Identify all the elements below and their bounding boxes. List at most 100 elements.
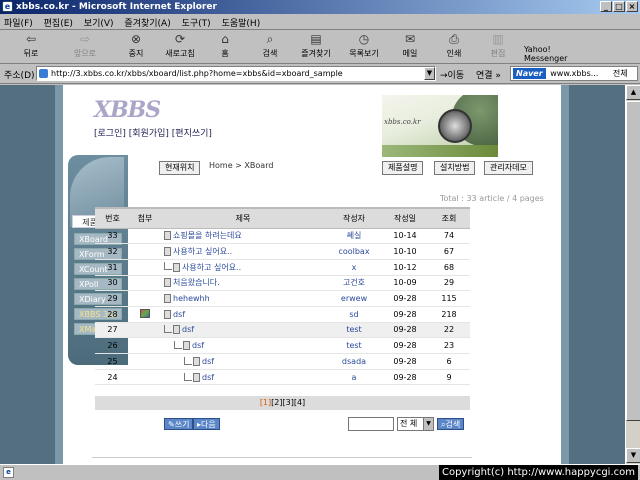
row-author[interactable]: 고건호 bbox=[326, 275, 382, 292]
total-count: Total : 33 article / 4 pages bbox=[440, 194, 544, 203]
row-author[interactable]: test bbox=[326, 337, 382, 354]
menu-file[interactable]: 파일(F) bbox=[0, 14, 37, 31]
row-hits: 115 bbox=[428, 290, 470, 307]
join-link[interactable]: [회원가입] bbox=[129, 129, 169, 139]
row-hits: 22 bbox=[428, 322, 470, 339]
product-info-button[interactable]: 제품설명 bbox=[382, 161, 424, 175]
row-subject[interactable]: 사용하고 싶어요.. bbox=[160, 243, 326, 260]
compass-graphic bbox=[438, 109, 472, 143]
messenger-button[interactable]: Yahoo! Messenger bbox=[524, 33, 584, 63]
naver-all-button[interactable]: 전체 bbox=[613, 69, 628, 78]
row-subject[interactable]: dsf bbox=[160, 306, 326, 323]
close-button[interactable]: × bbox=[626, 1, 638, 12]
row-author[interactable]: dsada bbox=[326, 353, 382, 370]
breadcrumb-board[interactable]: XBoard bbox=[244, 161, 273, 170]
table-row[interactable]: 31 사용하고 싶어요.. x 10-12 68 bbox=[95, 259, 470, 276]
reply-indent-icon bbox=[164, 261, 172, 270]
next-button[interactable]: ▸다음 bbox=[193, 418, 220, 430]
search-scope-select[interactable]: 전 체 ▼ bbox=[397, 417, 434, 431]
address-dropdown-button[interactable]: ▼ bbox=[424, 67, 435, 80]
table-row[interactable]: 24 dsf a 09-28 9 bbox=[95, 369, 470, 386]
table-row[interactable]: 28 dsf sd 09-28 218 bbox=[95, 306, 470, 323]
forward-button[interactable]: ⇨ 앞으로 bbox=[66, 33, 104, 63]
history-button[interactable]: ◷ 목록보기 bbox=[344, 33, 384, 63]
row-no: 26 bbox=[95, 337, 130, 354]
page-current[interactable]: [1] bbox=[260, 398, 271, 407]
scroll-up-button[interactable]: ▲ bbox=[626, 85, 640, 100]
row-author[interactable]: sd bbox=[326, 306, 382, 323]
table-row[interactable]: 26 dsf test 09-28 23 bbox=[95, 337, 470, 354]
row-subject[interactable]: 쇼핑몰을 하려는데요 bbox=[160, 228, 326, 245]
forward-arrow-icon: ⇨ bbox=[79, 32, 91, 46]
write-button[interactable]: ✎쓰기 bbox=[164, 418, 194, 430]
naver-toolbar[interactable]: Naver www.xbbs... 전체 bbox=[510, 66, 638, 81]
row-attach bbox=[130, 322, 160, 339]
menu-view[interactable]: 보기(V) bbox=[80, 14, 118, 31]
page-icon bbox=[39, 69, 48, 78]
attachment-image-icon[interactable] bbox=[140, 308, 150, 318]
edit-button[interactable]: ▥ 편집 bbox=[486, 33, 510, 63]
print-button[interactable]: ⎙ 인쇄 bbox=[442, 33, 466, 63]
history-icon: ◷ bbox=[358, 32, 370, 46]
login-link[interactable]: [로그인] bbox=[94, 129, 126, 139]
table-row[interactable]: 25 dsf dsada 09-28 6 bbox=[95, 353, 470, 370]
col-subject: 제목 bbox=[160, 207, 326, 229]
menu-edit[interactable]: 편집(E) bbox=[40, 14, 77, 31]
row-subject[interactable]: 사용하고 싶어요.. bbox=[160, 259, 326, 276]
menu-tools[interactable]: 도구(T) bbox=[178, 14, 215, 31]
maximize-button[interactable]: □ bbox=[613, 1, 625, 12]
row-author[interactable]: a bbox=[326, 369, 382, 386]
row-no: 33 bbox=[95, 228, 130, 245]
row-subject[interactable]: dsf bbox=[160, 337, 326, 354]
write-mail-link[interactable]: [편지쓰기] bbox=[172, 129, 212, 139]
row-author[interactable]: x bbox=[326, 259, 382, 276]
edit-icon: ▥ bbox=[492, 32, 504, 46]
refresh-button[interactable]: ⟳ 새로고침 bbox=[160, 33, 200, 63]
site-logo[interactable]: XBBS bbox=[94, 97, 161, 123]
search-button[interactable]: ⌕ 검색 bbox=[258, 33, 282, 63]
page-2[interactable]: [2] bbox=[271, 398, 282, 407]
breadcrumb-home[interactable]: Home bbox=[209, 161, 233, 170]
admin-demo-button[interactable]: 관리자데모 bbox=[484, 161, 533, 175]
row-author[interactable]: erwew bbox=[326, 290, 382, 307]
home-button[interactable]: ⌂ 홈 bbox=[214, 33, 236, 63]
ie-icon: e bbox=[2, 1, 13, 12]
table-row[interactable]: 32 사용하고 싶어요.. coolbax 10-10 67 bbox=[95, 243, 470, 260]
window-titlebar[interactable]: e xbbs.co.kr - Microsoft Internet Explor… bbox=[0, 0, 640, 14]
stop-button[interactable]: ⊗ 중지 bbox=[124, 33, 148, 63]
row-subject[interactable]: dsf bbox=[160, 353, 326, 370]
menu-help[interactable]: 도움말(H) bbox=[218, 14, 265, 31]
favorites-button[interactable]: ▤ 즐겨찾기 bbox=[296, 33, 336, 63]
row-author[interactable]: 쎄실 bbox=[326, 228, 382, 245]
naver-search-input[interactable]: www.xbbs... bbox=[550, 69, 598, 78]
row-attach bbox=[130, 337, 160, 354]
table-row[interactable]: 27 dsf test 09-28 22 bbox=[95, 322, 470, 339]
page-3[interactable]: [3] bbox=[283, 398, 294, 407]
row-author[interactable]: test bbox=[326, 322, 382, 339]
row-subject[interactable]: dsf bbox=[160, 322, 326, 339]
mail-button[interactable]: ✉ 메일 bbox=[398, 33, 422, 63]
table-row[interactable]: 30 처음왔습니다. 고건호 10-09 29 bbox=[95, 275, 470, 292]
browser-viewport: XBBS [로그인] [회원가입] [편지쓰기] xbbs.co.kr 제품목록… bbox=[0, 85, 625, 464]
board-search-input[interactable] bbox=[348, 417, 394, 431]
row-subject[interactable]: hehewhh bbox=[160, 290, 326, 307]
back-button[interactable]: ⇦ 뒤로 bbox=[14, 33, 48, 63]
page-4[interactable]: [4] bbox=[294, 398, 305, 407]
address-url: http://3.xbbs.co.kr/xbbs/xboard/list.php… bbox=[51, 69, 343, 78]
vertical-scrollbar[interactable]: ▲ ▼ bbox=[625, 85, 640, 464]
menu-favorites[interactable]: 즐겨찾기(A) bbox=[120, 14, 174, 31]
board-search-button[interactable]: ⌕검색 bbox=[437, 418, 465, 430]
scroll-thumb[interactable] bbox=[626, 101, 640, 421]
install-guide-button[interactable]: 설치방법 bbox=[434, 161, 476, 175]
table-row[interactable]: 33 쇼핑몰을 하려는데요 쎄실 10-14 74 bbox=[95, 228, 470, 245]
row-author[interactable]: coolbax bbox=[326, 243, 382, 260]
row-subject[interactable]: 처음왔습니다. bbox=[160, 275, 326, 292]
row-subject[interactable]: dsf bbox=[160, 369, 326, 386]
links-button[interactable]: 연결 » bbox=[476, 68, 501, 81]
table-row[interactable]: 29 hehewhh erwew 09-28 115 bbox=[95, 290, 470, 307]
address-input[interactable]: http://3.xbbs.co.kr/xbbs/xboard/list.php… bbox=[36, 66, 436, 81]
minimize-button[interactable]: _ bbox=[600, 1, 612, 12]
go-button[interactable]: →이동 bbox=[440, 68, 464, 81]
col-date: 작성일 bbox=[382, 207, 428, 229]
scroll-down-button[interactable]: ▼ bbox=[626, 448, 640, 463]
